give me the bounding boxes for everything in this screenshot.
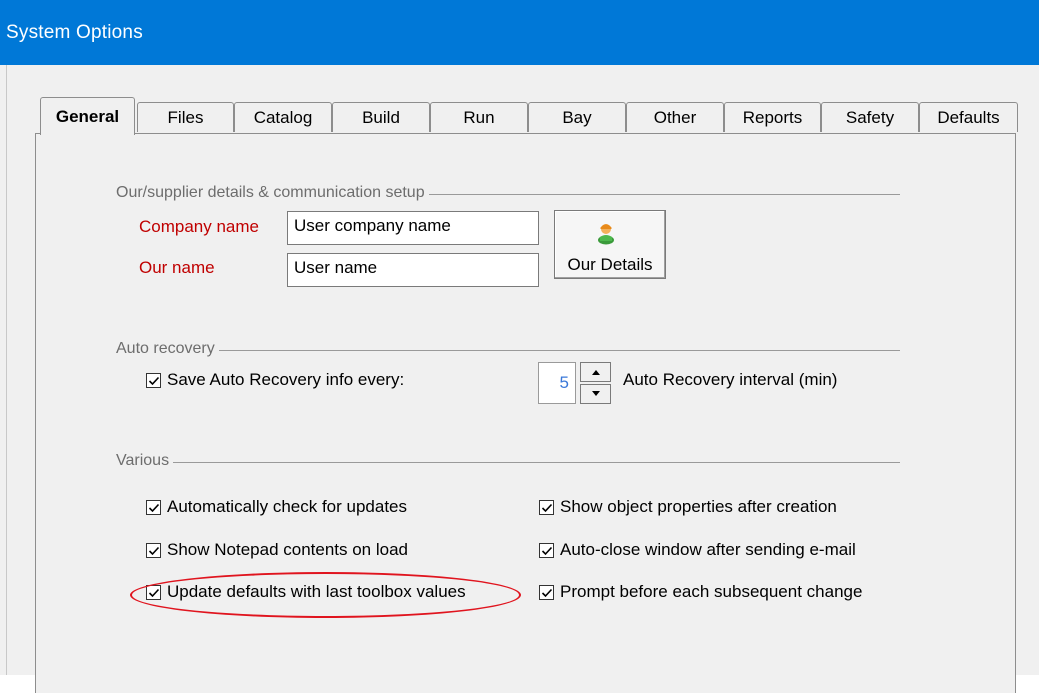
- checkbox-box[interactable]: [539, 499, 554, 515]
- auto-recovery-group-label: Auto recovery: [116, 340, 219, 358]
- supplier-group-label: Our/supplier details & communication set…: [116, 184, 429, 202]
- checkbox-label: Show object properties after creation: [560, 497, 837, 516]
- update-defaults-checkbox[interactable]: Update defaults with last toolbox values: [146, 582, 466, 602]
- window-title: System Options: [6, 22, 143, 43]
- spin-up-button[interactable]: [580, 362, 611, 382]
- arrow-down-icon: [592, 391, 600, 396]
- show-properties-checkbox[interactable]: Show object properties after creation: [539, 497, 837, 517]
- tab-general[interactable]: General: [40, 97, 135, 135]
- person-icon: [598, 224, 614, 245]
- checkbox-label: Show Notepad contents on load: [167, 540, 409, 559]
- spin-down-button[interactable]: [580, 384, 611, 404]
- checkbox-label: Save Auto Recovery info every:: [167, 370, 405, 389]
- group-divider: [116, 462, 900, 463]
- check-icon: [148, 503, 160, 512]
- checkbox-box[interactable]: [146, 542, 161, 558]
- check-icon: [148, 588, 160, 597]
- various-group-label: Various: [116, 452, 174, 470]
- checkbox-box[interactable]: [539, 584, 554, 600]
- arrow-up-icon: [592, 370, 600, 375]
- checkbox-box[interactable]: [146, 584, 161, 600]
- tab-defaults[interactable]: Defaults: [919, 102, 1018, 132]
- recovery-interval-label: Auto Recovery interval (min): [623, 370, 838, 389]
- group-divider: [116, 350, 900, 351]
- check-icon: [148, 546, 160, 555]
- company-name-field[interactable]: User company name: [287, 211, 539, 245]
- auto-check-updates-checkbox[interactable]: Automatically check for updates: [146, 497, 407, 517]
- prompt-before-change-checkbox[interactable]: Prompt before each subsequent change: [539, 582, 862, 602]
- checkbox-label: Update defaults with last toolbox values: [167, 582, 466, 601]
- tab-catalog[interactable]: Catalog: [234, 102, 332, 132]
- company-name-label: Company name: [139, 217, 260, 236]
- show-notepad-checkbox[interactable]: Show Notepad contents on load: [146, 540, 408, 560]
- checkbox-label: Prompt before each subsequent change: [560, 582, 863, 601]
- recovery-interval-input[interactable]: 5: [538, 362, 576, 404]
- title-bar: System Options: [0, 0, 1039, 65]
- check-icon: [541, 546, 553, 555]
- checkbox-label: Auto-close window after sending e-mail: [560, 540, 856, 559]
- our-details-button[interactable]: Our Details: [554, 210, 666, 279]
- save-auto-recovery-checkbox[interactable]: Save Auto Recovery info every:: [146, 370, 404, 390]
- our-name-field[interactable]: User name: [287, 253, 539, 287]
- tab-run[interactable]: Run: [430, 102, 528, 132]
- tab-build[interactable]: Build: [332, 102, 430, 132]
- tab-files[interactable]: Files: [137, 102, 234, 132]
- checkbox-label: Automatically check for updates: [167, 497, 408, 516]
- tab-bay[interactable]: Bay: [528, 102, 626, 132]
- check-icon: [148, 376, 160, 385]
- check-icon: [541, 588, 553, 597]
- dialog-border: [6, 65, 7, 675]
- tab-other[interactable]: Other: [626, 102, 724, 132]
- tab-safety[interactable]: Safety: [821, 102, 919, 132]
- tab-reports[interactable]: Reports: [724, 102, 821, 132]
- checkbox-box[interactable]: [539, 542, 554, 558]
- check-icon: [541, 503, 553, 512]
- our-details-label: Our Details: [567, 255, 653, 274]
- checkbox-box[interactable]: [146, 499, 161, 515]
- checkbox-box[interactable]: [146, 372, 161, 388]
- auto-close-window-checkbox[interactable]: Auto-close window after sending e-mail: [539, 540, 856, 560]
- our-name-label: Our name: [139, 258, 215, 277]
